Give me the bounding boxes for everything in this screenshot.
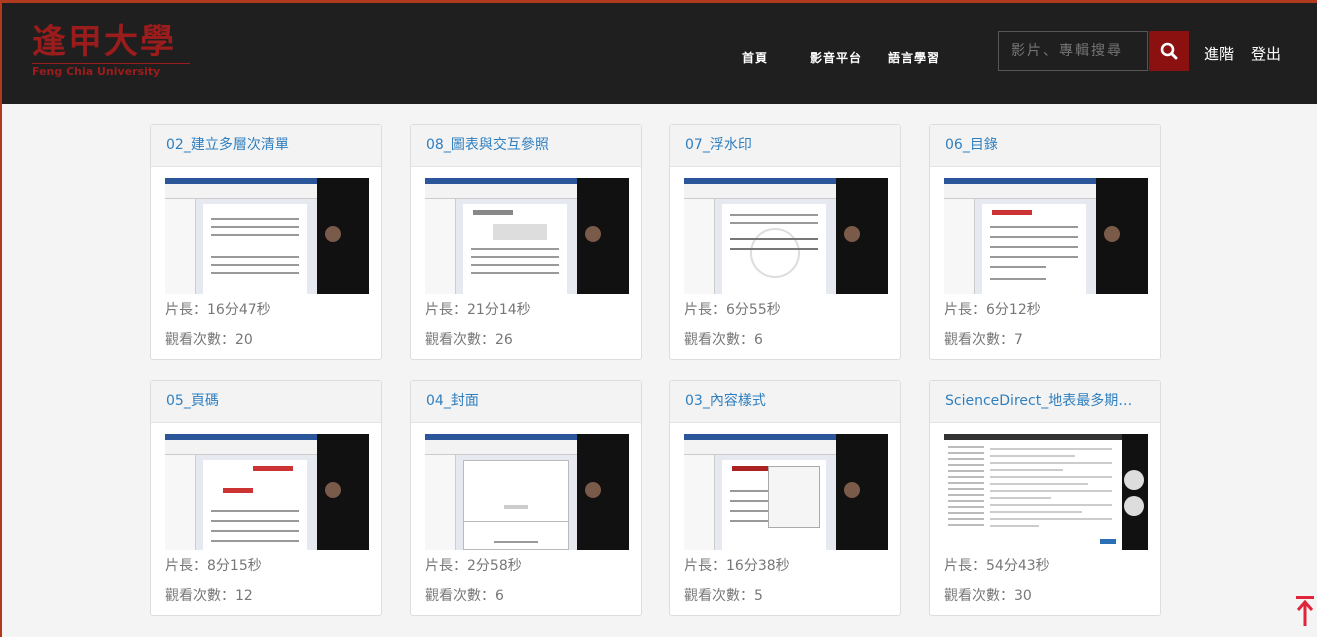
video-card[interactable]: 04_封面 片長：2分58秒 觀看次數：6 [410,380,642,616]
video-title[interactable]: 07_浮水印 [670,125,900,167]
video-thumbnail[interactable] [684,178,888,294]
back-to-top-button[interactable] [1294,594,1316,628]
video-title[interactable]: 04_封面 [411,381,641,423]
presenter-avatar [844,226,860,242]
logout-link[interactable]: 登出 [1251,43,1281,64]
video-length: 片長：6分55秒 [684,302,781,318]
video-card[interactable]: 03_內容樣式 片長：16分38秒 觀看次數：5 [669,380,901,616]
view-count: 觀看次數：6 [684,332,763,348]
top-navbar: 逢甲大學 Feng Chia University 首頁 影音平台 語言學習 進… [2,0,1317,104]
view-count: 觀看次數：30 [944,588,1032,604]
video-card[interactable]: 05_頁碼 片長：8分15秒 觀看次數：12 [150,380,382,616]
video-card[interactable]: 02_建立多層次清單 片長：16分47秒 觀看次數：20 [150,124,382,360]
participant-avatar [1124,496,1144,516]
search-input[interactable] [998,31,1148,71]
nav-video-platform[interactable]: 影音平台 [810,49,862,66]
presenter-avatar [585,226,601,242]
video-card[interactable]: 07_浮水印 片長：6分55秒 觀看次數：6 [669,124,901,360]
view-count: 觀看次數：12 [165,588,253,604]
search-icon [1160,42,1178,60]
video-title[interactable]: 06_目錄 [930,125,1160,167]
nav-language-learning[interactable]: 語言學習 [888,49,940,66]
presenter-avatar [844,482,860,498]
logo-english: Feng Chia University [32,63,190,78]
video-length: 片長：21分14秒 [425,302,531,318]
presenter-avatar [1104,226,1120,242]
video-thumbnail[interactable] [944,178,1148,294]
video-length: 片長：6分12秒 [944,302,1041,318]
arrow-up-icon [1296,596,1314,626]
video-length: 片長：2分58秒 [425,558,522,574]
video-thumbnail[interactable] [944,434,1148,550]
nav-home[interactable]: 首頁 [742,49,768,66]
video-length: 片長：16分47秒 [165,302,271,318]
university-logo[interactable]: 逢甲大學 Feng Chia University [32,25,190,78]
video-thumbnail[interactable] [165,178,369,294]
video-length: 片長：8分15秒 [165,558,262,574]
video-title[interactable]: 02_建立多層次清單 [151,125,381,167]
presenter-avatar [325,226,341,242]
video-title[interactable]: 05_頁碼 [151,381,381,423]
presenter-avatar [585,482,601,498]
video-length: 片長：54分43秒 [944,558,1050,574]
video-title[interactable]: 08_圖表與交互參照 [411,125,641,167]
video-title[interactable]: 03_內容樣式 [670,381,900,423]
logo-chinese: 逢甲大學 [32,22,176,62]
presenter-avatar [325,482,341,498]
video-thumbnail[interactable] [165,434,369,550]
video-card[interactable]: ScienceDirect_地表最多期刊... 片長：54分43秒 觀看次數：3… [929,380,1161,616]
view-count: 觀看次數：5 [684,588,763,604]
view-count: 觀看次數：6 [425,588,504,604]
view-count: 觀看次數：20 [165,332,253,348]
advanced-search-link[interactable]: 進階 [1204,43,1234,64]
video-card[interactable]: 06_目錄 片長：6分12秒 觀看次數：7 [929,124,1161,360]
view-count: 觀看次數：7 [944,332,1023,348]
video-thumbnail[interactable] [684,434,888,550]
view-count: 觀看次數：26 [425,332,513,348]
search-button[interactable] [1149,31,1189,71]
video-thumbnail[interactable] [425,434,629,550]
video-length: 片長：16分38秒 [684,558,790,574]
participant-avatar [1124,470,1144,490]
video-title[interactable]: ScienceDirect_地表最多期刊... [930,381,1160,423]
video-thumbnail[interactable] [425,178,629,294]
video-card[interactable]: 08_圖表與交互參照 片長：21分14秒 觀看次數：26 [410,124,642,360]
